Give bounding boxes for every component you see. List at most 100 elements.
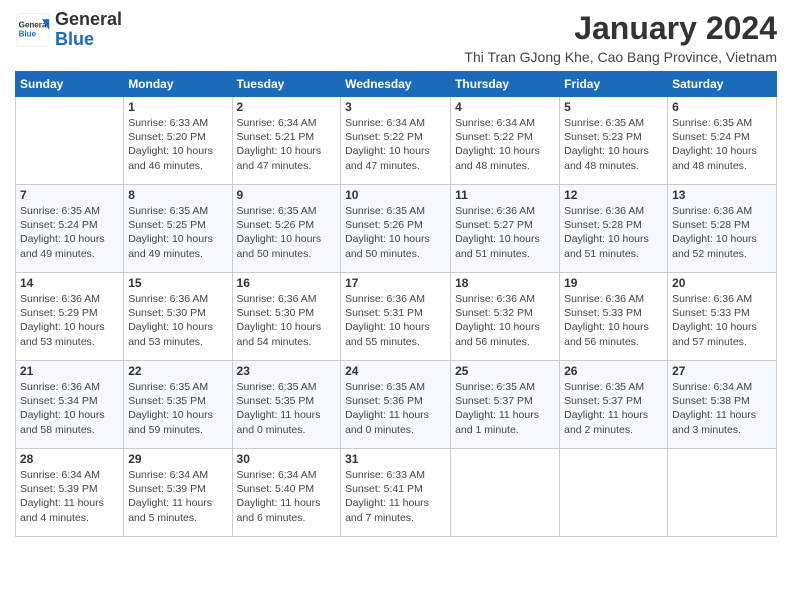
day-info: Sunrise: 6:35 AMSunset: 5:24 PMDaylight:… — [20, 204, 119, 261]
day-info: Sunrise: 6:35 AMSunset: 5:37 PMDaylight:… — [455, 380, 555, 437]
day-number: 25 — [455, 364, 555, 378]
calendar-cell: 24 Sunrise: 6:35 AMSunset: 5:36 PMDayligh… — [341, 361, 451, 449]
month-title: January 2024 — [464, 10, 777, 47]
day-info: Sunrise: 6:36 AMSunset: 5:29 PMDaylight:… — [20, 292, 119, 349]
day-number: 1 — [128, 100, 227, 114]
calendar-row: 1 Sunrise: 6:33 AMSunset: 5:20 PMDaylight… — [16, 97, 777, 185]
day-number: 19 — [564, 276, 663, 290]
day-number: 5 — [564, 100, 663, 114]
day-number: 24 — [345, 364, 446, 378]
logo: General Blue General Blue — [15, 10, 122, 50]
day-info: Sunrise: 6:34 AMSunset: 5:39 PMDaylight:… — [20, 468, 119, 525]
calendar-cell — [668, 449, 777, 537]
day-info: Sunrise: 6:34 AMSunset: 5:22 PMDaylight:… — [345, 116, 446, 173]
day-info: Sunrise: 6:36 AMSunset: 5:27 PMDaylight:… — [455, 204, 555, 261]
logo-icon: General Blue — [15, 12, 51, 48]
day-number: 12 — [564, 188, 663, 202]
calendar-table: SundayMondayTuesdayWednesdayThursdayFrid… — [15, 71, 777, 537]
day-info: Sunrise: 6:36 AMSunset: 5:33 PMDaylight:… — [672, 292, 772, 349]
header-wednesday: Wednesday — [341, 72, 451, 97]
calendar-cell: 17Sunrise: 6:36 AMSunset: 5:31 PMDayligh… — [341, 273, 451, 361]
calendar-row: 21Sunrise: 6:36 AMSunset: 5:34 PMDayligh… — [16, 361, 777, 449]
day-number: 30 — [237, 452, 337, 466]
svg-text:Blue: Blue — [19, 29, 37, 38]
location: Thi Tran GJong Khe, Cao Bang Province, V… — [464, 49, 777, 65]
calendar-cell: 30 Sunrise: 6:34 AMSunset: 5:40 PMDayligh… — [232, 449, 341, 537]
day-number: 10 — [345, 188, 446, 202]
day-number: 2 — [237, 100, 337, 114]
calendar-cell: 21Sunrise: 6:36 AMSunset: 5:34 PMDayligh… — [16, 361, 124, 449]
header-tuesday: Tuesday — [232, 72, 341, 97]
calendar-cell — [16, 97, 124, 185]
day-number: 22 — [128, 364, 227, 378]
calendar-cell — [451, 449, 560, 537]
day-info: Sunrise: 6:36 AMSunset: 5:28 PMDaylight:… — [564, 204, 663, 261]
day-number: 23 — [237, 364, 337, 378]
calendar-row: 28 Sunrise: 6:34 AMSunset: 5:39 PMDayligh… — [16, 449, 777, 537]
day-info: Sunrise: 6:33 AMSunset: 5:41 PMDaylight:… — [345, 468, 446, 525]
calendar-cell: 8Sunrise: 6:35 AMSunset: 5:25 PMDaylight… — [124, 185, 232, 273]
calendar-cell: 7 Sunrise: 6:35 AMSunset: 5:24 PMDaylight… — [16, 185, 124, 273]
day-number: 18 — [455, 276, 555, 290]
day-info: Sunrise: 6:35 AMSunset: 5:35 PMDaylight:… — [128, 380, 227, 437]
day-info: Sunrise: 6:33 AMSunset: 5:20 PMDaylight:… — [128, 116, 227, 173]
day-info: Sunrise: 6:34 AMSunset: 5:22 PMDaylight:… — [455, 116, 555, 173]
header-monday: Monday — [124, 72, 232, 97]
day-number: 15 — [128, 276, 227, 290]
calendar-cell: 22 Sunrise: 6:35 AMSunset: 5:35 PMDayligh… — [124, 361, 232, 449]
calendar-cell: 25 Sunrise: 6:35 AMSunset: 5:37 PMDayligh… — [451, 361, 560, 449]
calendar-cell: 19Sunrise: 6:36 AMSunset: 5:33 PMDayligh… — [560, 273, 668, 361]
day-number: 31 — [345, 452, 446, 466]
day-info: Sunrise: 6:35 AMSunset: 5:36 PMDaylight:… — [345, 380, 446, 437]
calendar-cell: 28 Sunrise: 6:34 AMSunset: 5:39 PMDayligh… — [16, 449, 124, 537]
day-number: 4 — [455, 100, 555, 114]
day-info: Sunrise: 6:36 AMSunset: 5:32 PMDaylight:… — [455, 292, 555, 349]
page-header: General Blue General Blue January 2024 T… — [15, 10, 777, 65]
header-friday: Friday — [560, 72, 668, 97]
day-number: 7 — [20, 188, 119, 202]
day-number: 27 — [672, 364, 772, 378]
day-info: Sunrise: 6:36 AMSunset: 5:30 PMDaylight:… — [237, 292, 337, 349]
day-info: Sunrise: 6:36 AMSunset: 5:28 PMDaylight:… — [672, 204, 772, 261]
day-info: Sunrise: 6:35 AMSunset: 5:26 PMDaylight:… — [237, 204, 337, 261]
day-info: Sunrise: 6:35 AMSunset: 5:26 PMDaylight:… — [345, 204, 446, 261]
calendar-cell: 5Sunrise: 6:35 AMSunset: 5:23 PMDaylight… — [560, 97, 668, 185]
day-number: 14 — [20, 276, 119, 290]
header-sunday: Sunday — [16, 72, 124, 97]
calendar-cell: 2 Sunrise: 6:34 AMSunset: 5:21 PMDaylight… — [232, 97, 341, 185]
day-info: Sunrise: 6:35 AMSunset: 5:37 PMDaylight:… — [564, 380, 663, 437]
header-saturday: Saturday — [668, 72, 777, 97]
day-number: 29 — [128, 452, 227, 466]
day-info: Sunrise: 6:34 AMSunset: 5:21 PMDaylight:… — [237, 116, 337, 173]
day-info: Sunrise: 6:35 AMSunset: 5:35 PMDaylight:… — [237, 380, 337, 437]
calendar-cell — [560, 449, 668, 537]
day-info: Sunrise: 6:35 AMSunset: 5:24 PMDaylight:… — [672, 116, 772, 173]
logo-name-part2: Blue — [55, 29, 94, 49]
calendar-cell: 3Sunrise: 6:34 AMSunset: 5:22 PMDaylight… — [341, 97, 451, 185]
calendar-cell: 27 Sunrise: 6:34 AMSunset: 5:38 PMDayligh… — [668, 361, 777, 449]
day-info: Sunrise: 6:34 AMSunset: 5:38 PMDaylight:… — [672, 380, 772, 437]
day-number: 26 — [564, 364, 663, 378]
day-number: 28 — [20, 452, 119, 466]
calendar-cell: 4 Sunrise: 6:34 AMSunset: 5:22 PMDaylight… — [451, 97, 560, 185]
day-number: 9 — [237, 188, 337, 202]
day-number: 13 — [672, 188, 772, 202]
calendar-cell: 12 Sunrise: 6:36 AMSunset: 5:28 PMDayligh… — [560, 185, 668, 273]
day-number: 21 — [20, 364, 119, 378]
day-number: 17 — [345, 276, 446, 290]
calendar-cell: 20Sunrise: 6:36 AMSunset: 5:33 PMDayligh… — [668, 273, 777, 361]
day-number: 11 — [455, 188, 555, 202]
calendar-cell: 23 Sunrise: 6:35 AMSunset: 5:35 PMDayligh… — [232, 361, 341, 449]
day-number: 6 — [672, 100, 772, 114]
calendar-cell: 26 Sunrise: 6:35 AMSunset: 5:37 PMDayligh… — [560, 361, 668, 449]
title-block: January 2024 Thi Tran GJong Khe, Cao Ban… — [464, 10, 777, 65]
calendar-cell: 14 Sunrise: 6:36 AMSunset: 5:29 PMDayligh… — [16, 273, 124, 361]
day-number: 16 — [237, 276, 337, 290]
calendar-cell: 16 Sunrise: 6:36 AMSunset: 5:30 PMDayligh… — [232, 273, 341, 361]
day-number: 8 — [128, 188, 227, 202]
day-info: Sunrise: 6:34 AMSunset: 5:40 PMDaylight:… — [237, 468, 337, 525]
calendar-cell: 13 Sunrise: 6:36 AMSunset: 5:28 PMDayligh… — [668, 185, 777, 273]
logo-text: General Blue — [55, 10, 122, 50]
day-info: Sunrise: 6:36 AMSunset: 5:30 PMDaylight:… — [128, 292, 227, 349]
calendar-cell: 31 Sunrise: 6:33 AMSunset: 5:41 PMDayligh… — [341, 449, 451, 537]
